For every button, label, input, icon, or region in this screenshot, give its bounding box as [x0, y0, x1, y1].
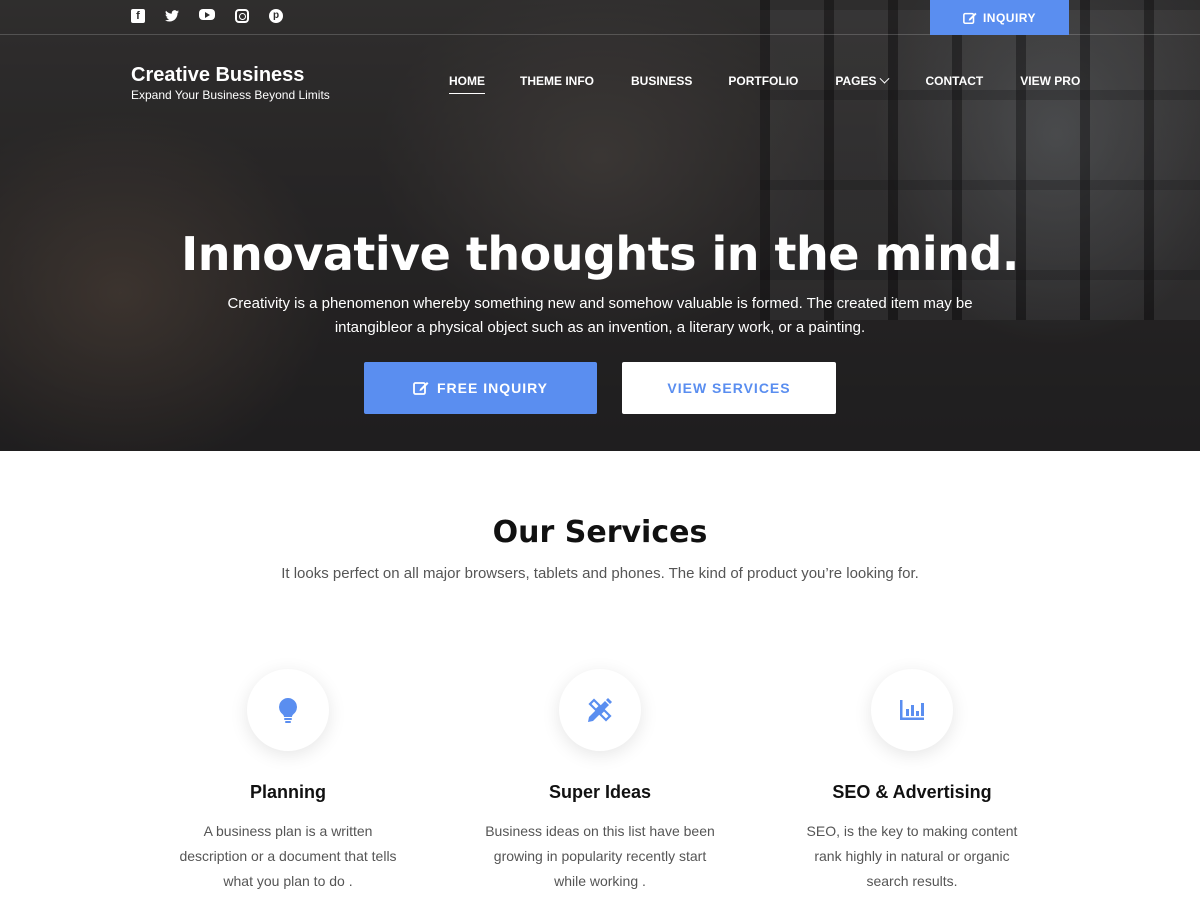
service-card-title: Super Ideas [548, 782, 652, 802]
nav-item-pages[interactable]: PAGES [835, 73, 890, 94]
nav-item-contact[interactable]: CONTACT [925, 74, 983, 94]
hero-description: Creativity is a phenomenon whereby somet… [227, 295, 973, 336]
hero-title: Innovative thoughts in the mind. [181, 227, 1019, 281]
lightbulb-icon [279, 698, 297, 723]
bar-chart-icon [900, 700, 924, 720]
services-section: Our Services It looks perfect on all maj… [0, 451, 1200, 900]
nav-item-pages-label: PAGES [835, 74, 877, 88]
nav-item-theme-info[interactable]: THEME INFO [520, 74, 594, 94]
free-inquiry-label: FREE INQUIRY [436, 380, 549, 396]
service-card-text: A business plan is a written description… [179, 823, 397, 889]
nav-item-home[interactable]: HOME [449, 74, 485, 94]
service-card-super-ideas: Super Ideas Business ideas on this list … [450, 669, 750, 894]
main-nav: HOME THEME INFO BUSINESS PORTFOLIO PAGES… [449, 73, 1080, 94]
youtube-icon[interactable] [199, 9, 215, 20]
edit-icon [413, 382, 429, 395]
twitter-icon[interactable] [165, 9, 179, 23]
nav-item-view-pro[interactable]: VIEW PRO [1020, 74, 1080, 94]
instagram-icon[interactable] [235, 9, 249, 23]
service-card-text: Business ideas on this list have been gr… [485, 823, 715, 889]
inquiry-label: INQUIRY [982, 10, 1037, 25]
services-subtitle: It looks perfect on all major browsers, … [281, 565, 919, 582]
view-services-button[interactable]: VIEW SERVICES [622, 362, 836, 414]
chevron-down-icon [880, 73, 890, 84]
site-brand[interactable]: Creative Business Expand Your Business B… [131, 63, 330, 102]
facebook-icon[interactable]: f [131, 9, 145, 23]
pencil-ruler-icon [588, 698, 612, 722]
service-card-seo-advertising: SEO & Advertising SEO, is the key to mak… [762, 669, 1062, 894]
service-icon-circle [247, 669, 329, 751]
site-tagline: Expand Your Business Beyond Limits [131, 88, 330, 102]
top-bar: f p INQUIRY [0, 0, 1200, 35]
site-title[interactable]: Creative Business [131, 63, 330, 87]
service-icon-circle [871, 669, 953, 751]
nav-item-business[interactable]: BUSINESS [631, 74, 692, 94]
service-icon-circle [559, 669, 641, 751]
pinterest-icon[interactable]: p [269, 9, 283, 23]
nav-item-portfolio[interactable]: PORTFOLIO [728, 74, 798, 94]
service-card-text: SEO, is the key to making content rank h… [806, 823, 1018, 889]
free-inquiry-button[interactable]: FREE INQUIRY [364, 362, 597, 414]
social-links: f p [131, 9, 283, 23]
service-card-planning: Planning A business plan is a written de… [138, 669, 438, 894]
service-card-title: Planning [250, 782, 326, 802]
edit-icon [963, 12, 977, 24]
inquiry-button[interactable]: INQUIRY [930, 0, 1069, 35]
hero-section: f p INQUIRY Creative Business Expand You… [0, 0, 1200, 451]
services-title: Our Services [492, 515, 708, 550]
service-card-title: SEO & Advertising [832, 782, 992, 802]
